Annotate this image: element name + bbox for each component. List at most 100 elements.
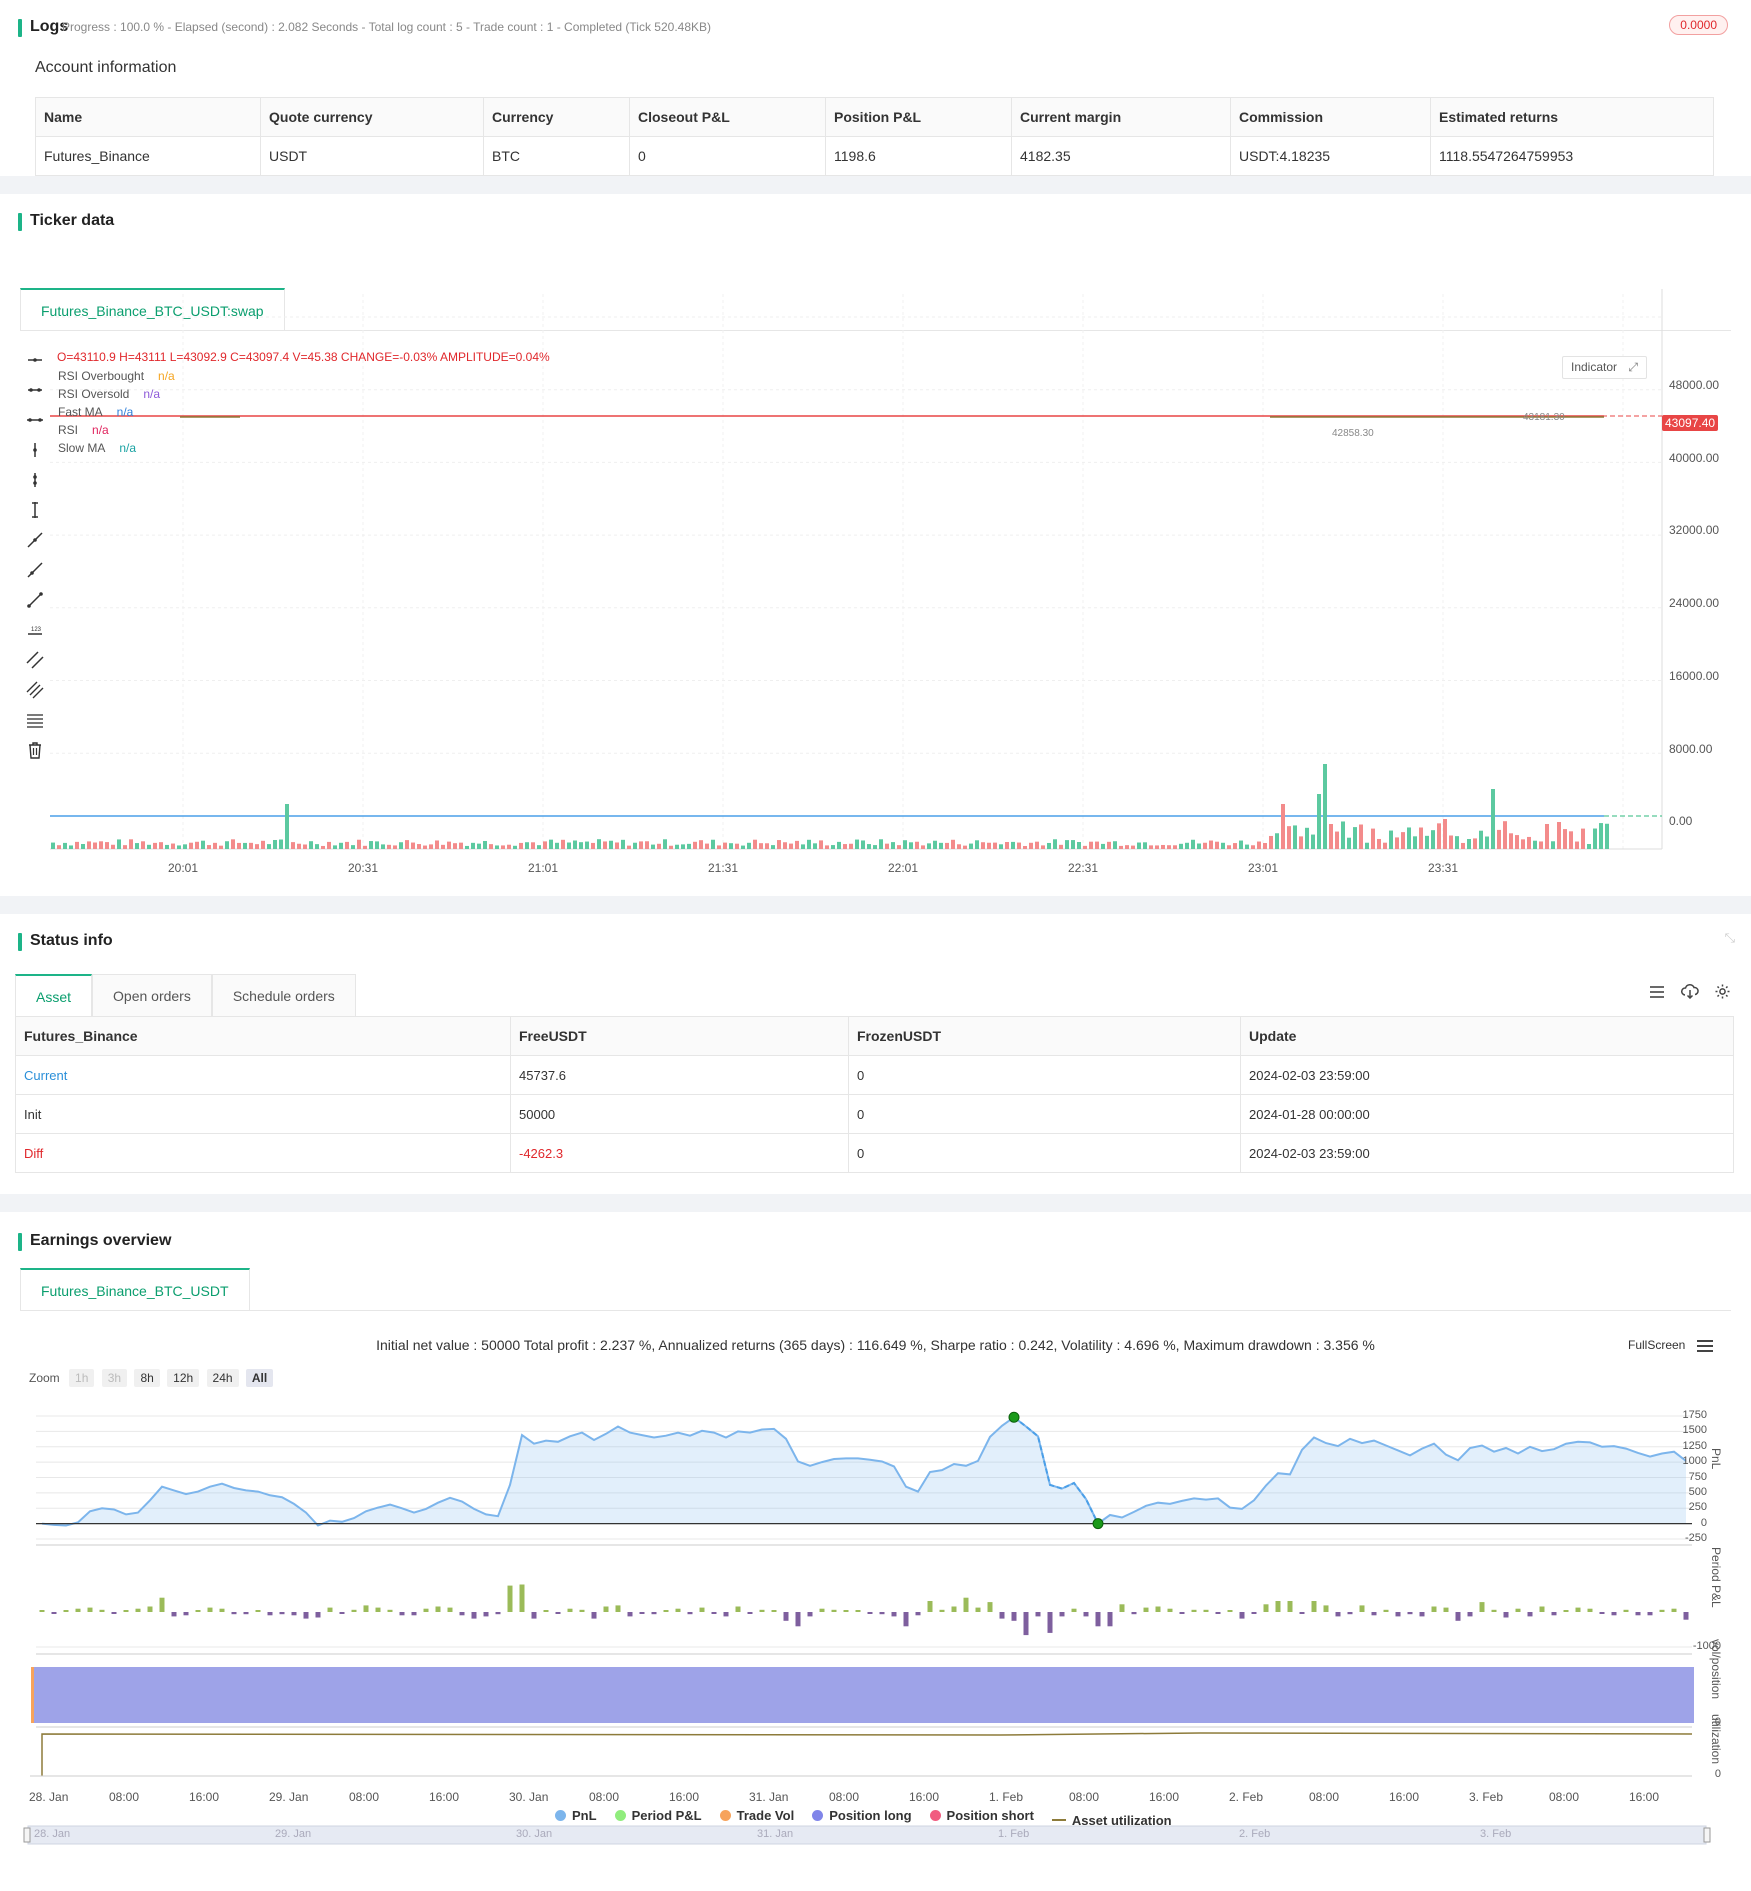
legend-toggle[interactable]: Position short	[929, 1808, 1034, 1823]
zoom-12h-button[interactable]: 12h	[167, 1369, 200, 1387]
period-bar	[51, 1612, 57, 1614]
legend-toggle[interactable]: Trade Vol	[719, 1808, 794, 1823]
volume-bar	[1485, 836, 1489, 849]
x-tick-label: 22:31	[1068, 861, 1099, 875]
period-bar	[1287, 1601, 1293, 1612]
volume-bar	[945, 842, 949, 849]
volume-bar	[423, 845, 427, 849]
volume-bar	[315, 844, 319, 849]
period-bar	[1491, 1609, 1497, 1612]
volume-bar	[555, 842, 559, 849]
legend-toggle[interactable]: PnL	[555, 1808, 597, 1823]
tab-asset[interactable]: Asset	[15, 974, 93, 1016]
settings-gear-icon[interactable]	[1714, 983, 1731, 1003]
volume-bar	[1497, 829, 1501, 849]
period-bar	[819, 1608, 825, 1612]
volume-bar	[1203, 842, 1207, 849]
zoom-24h-button[interactable]: 24h	[206, 1369, 239, 1387]
tab-earnings-symbol[interactable]: Futures_Binance_BTC_USDT	[20, 1268, 250, 1310]
volume-bar	[657, 843, 661, 849]
volume-bar	[1323, 764, 1327, 849]
volume-bar	[207, 845, 211, 849]
volume-bar	[915, 841, 919, 849]
period-bar	[291, 1612, 297, 1616]
table-cell: BTC	[483, 136, 630, 176]
earnings-legend: PnL Period P&L Trade Vol Position long Posit…	[555, 1808, 1190, 1828]
volume-bar	[951, 839, 955, 849]
pnl-y-tick-label: 250	[1688, 1501, 1707, 1514]
period-bar	[603, 1606, 609, 1612]
period-bar	[135, 1608, 141, 1612]
volume-bar	[1173, 845, 1177, 849]
volume-bar	[741, 845, 745, 849]
tab-schedule-orders[interactable]: Schedule orders	[211, 974, 356, 1016]
period-bar	[1155, 1606, 1161, 1612]
period-bar	[963, 1597, 969, 1612]
cloud-download-icon[interactable]	[1681, 983, 1699, 1002]
period-bar	[363, 1605, 369, 1612]
volume-bar	[483, 840, 487, 849]
tab-open-orders[interactable]: Open orders	[92, 974, 212, 1016]
table-cell: 0	[848, 1133, 1241, 1173]
volume-bar	[1017, 842, 1021, 849]
legend-series-value: n/a	[92, 423, 109, 437]
axis-title: Period P&L	[1709, 1547, 1723, 1608]
collapse-icon[interactable]: ⤡	[1725, 930, 1735, 946]
legend-label: Position short	[946, 1808, 1034, 1823]
volume-bar	[369, 841, 373, 849]
fullscreen-button[interactable]: FullScreen	[1628, 1338, 1713, 1353]
volume-bar	[1299, 836, 1303, 849]
period-bar	[567, 1608, 573, 1612]
period-bar	[1119, 1604, 1125, 1612]
status-panel: Status info ⤡ Asset Open orders Schedule…	[0, 914, 1751, 1194]
volume-bar	[1335, 831, 1339, 849]
pnl-y-tick-label: 1000	[1682, 1455, 1707, 1468]
zoom-label: Zoom	[29, 1371, 60, 1385]
volume-bar	[177, 845, 181, 849]
legend-toggle[interactable]: Position long	[812, 1808, 912, 1823]
volume-bar	[639, 841, 643, 849]
volume-bar	[459, 842, 463, 849]
period-bar	[711, 1612, 717, 1614]
table-cell: 2024-02-03 23:59:00	[1240, 1055, 1734, 1095]
period-bar	[1347, 1612, 1353, 1615]
volume-bar	[141, 841, 145, 849]
x-tick-label: 16:00	[909, 1790, 940, 1804]
x-tick-label: 20:01	[168, 861, 199, 875]
legend-toggle[interactable]: Period P&L	[614, 1808, 702, 1823]
volume-bar	[255, 844, 259, 849]
zoom-1h-button[interactable]: 1h	[69, 1369, 95, 1387]
list-view-icon[interactable]	[1649, 984, 1665, 1003]
volume-bar	[105, 842, 109, 849]
table-cell: Diff	[15, 1133, 511, 1173]
volume-bar	[231, 839, 235, 849]
zoom-3h-button[interactable]: 3h	[101, 1369, 128, 1387]
ohlc-readout: O=43110.9 H=43111 L=43092.9 C=43097.4 V=…	[57, 350, 550, 364]
volume-bar	[879, 839, 883, 849]
volume-bar	[111, 844, 115, 849]
period-bar	[1083, 1612, 1089, 1617]
logs-panel: Logs Progress : 100.0 % - Elapsed (secon…	[0, 0, 1751, 176]
volume-bar	[783, 842, 787, 849]
volume-bar	[921, 845, 925, 849]
period-bar	[1563, 1610, 1569, 1612]
volume-bar	[1413, 836, 1417, 849]
period-bar	[1059, 1612, 1065, 1617]
legend-toggle[interactable]: Asset utilization	[1051, 1813, 1172, 1828]
utilization-line	[41, 1732, 1693, 1776]
zoom-8h-button[interactable]: 8h	[134, 1369, 160, 1387]
expand-icon[interactable]: ⤢	[1628, 360, 1638, 374]
indicator-button-label: Indicator	[1571, 360, 1618, 374]
price-chart[interactable]	[0, 284, 1751, 864]
zoom-all-button[interactable]: All	[245, 1369, 274, 1387]
high-price-label: 43181.30	[1523, 412, 1565, 423]
volume-bar	[339, 842, 343, 849]
x-tick-label: 08:00	[589, 1790, 620, 1804]
menu-icon[interactable]	[1696, 1339, 1713, 1353]
indicator-button[interactable]: Indicator ⤢	[1562, 356, 1647, 379]
volume-bar	[345, 841, 349, 849]
volume-bar	[561, 839, 565, 849]
volume-bar	[81, 844, 85, 849]
volume-bar	[1563, 829, 1567, 849]
volume-bar	[1149, 845, 1153, 849]
